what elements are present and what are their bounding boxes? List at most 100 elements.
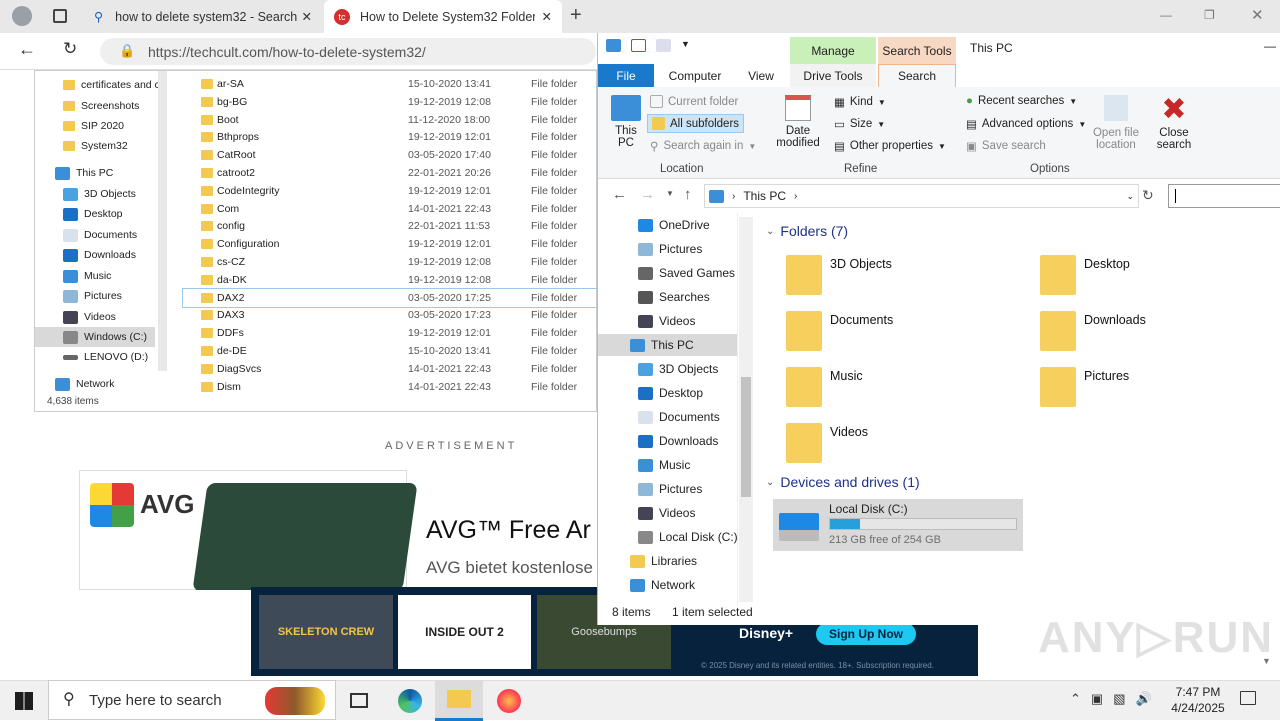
- tab-techcult[interactable]: tc How to Delete System32 Folder in ✕: [324, 0, 562, 33]
- advanced-options-button[interactable]: ▤ Advanced options ▼: [966, 117, 1086, 131]
- file-row[interactable]: DAX2 03-05-2020 17:25 File folder: [182, 287, 597, 308]
- ribbon-tab-computer[interactable]: Computer: [660, 64, 730, 87]
- windows-start-icon[interactable]: [15, 692, 33, 710]
- this-pc-button[interactable]: This PC: [608, 95, 644, 149]
- new-folder-icon[interactable]: [656, 39, 671, 52]
- file-row[interactable]: DAX3 03-05-2020 17:23 File folder: [183, 306, 597, 324]
- file-row[interactable]: CatRoot 03-05-2020 17:40 File folder: [183, 146, 597, 164]
- chevron-down-icon[interactable]: ▼: [666, 189, 674, 198]
- up-arrow-icon[interactable]: ↑: [684, 186, 692, 203]
- file-row[interactable]: Bthprops 19-12-2019 12:01 File folder: [183, 128, 597, 146]
- folder-label[interactable]: 3D Objects: [830, 257, 892, 271]
- new-tab-button[interactable]: +: [570, 4, 582, 27]
- tree-item[interactable]: Videos: [638, 310, 695, 332]
- ad-box[interactable]: AVG: [79, 470, 418, 590]
- file-row[interactable]: de-DE 15-10-2020 13:41 File folder: [183, 342, 597, 360]
- ribbon-tab-search[interactable]: Search: [878, 64, 956, 87]
- folder-label[interactable]: Pictures: [1084, 369, 1129, 383]
- file-row[interactable]: cs-CZ 19-12-2019 12:08 File folder: [183, 253, 597, 271]
- size-button[interactable]: ▭ Size ▼: [834, 117, 885, 131]
- close-window-icon[interactable]: ✕: [1251, 6, 1264, 24]
- ribbon-tab-view[interactable]: View: [738, 64, 784, 87]
- task-view-icon[interactable]: [350, 693, 368, 708]
- volume-icon[interactable]: 🔊: [1136, 691, 1152, 707]
- folder-icon[interactable]: [786, 423, 822, 463]
- chevron-up-icon[interactable]: ⌃: [1070, 691, 1081, 707]
- close-icon[interactable]: ✕: [302, 9, 312, 24]
- other-properties-button[interactable]: ▤ Other properties ▼: [834, 139, 946, 153]
- tab-actions-icon[interactable]: [53, 9, 67, 23]
- profile-avatar[interactable]: [12, 6, 32, 26]
- tree-item[interactable]: Network: [630, 574, 695, 596]
- file-row[interactable]: Com 14-01-2021 22:43 File folder: [183, 200, 597, 218]
- folder-icon[interactable]: [1040, 367, 1076, 407]
- folder-icon[interactable]: [786, 255, 822, 295]
- save-search-button[interactable]: ▣ Save search: [966, 139, 1046, 153]
- tree-item[interactable]: 3D Objects: [638, 358, 718, 380]
- date-modified-button[interactable]: Date modified: [772, 95, 824, 149]
- tab-search[interactable]: ⚲ how to delete system32 - Search ✕: [84, 0, 322, 33]
- clock[interactable]: 7:47 PM 4/24/2025: [1168, 684, 1228, 716]
- computer-icon[interactable]: [606, 39, 621, 52]
- folder-label[interactable]: Documents: [830, 313, 893, 327]
- tree-item[interactable]: Libraries: [630, 550, 697, 572]
- refresh-icon[interactable]: ↻: [1142, 187, 1154, 204]
- tree-item[interactable]: Local Disk (C:): [638, 526, 738, 548]
- page-scroll-down-icon[interactable]: ▼: [1262, 656, 1271, 666]
- file-row[interactable]: da-DK 19-12-2019 12:08 File folder: [183, 271, 597, 289]
- close-icon[interactable]: ✕: [542, 9, 552, 24]
- file-row[interactable]: config 22-01-2021 11:53 File folder: [183, 217, 597, 235]
- folder-icon[interactable]: [1040, 311, 1076, 351]
- context-tab-search-tools[interactable]: Search Tools: [878, 37, 956, 64]
- folder-icon[interactable]: [786, 367, 822, 407]
- chevron-down-icon[interactable]: ⌄: [1126, 191, 1134, 202]
- tree-item[interactable]: Pictures: [638, 478, 702, 500]
- breadcrumb[interactable]: › This PC › ⌄: [704, 184, 1139, 208]
- taskbar-search-input[interactable]: ⚲ Type here to search: [48, 680, 336, 720]
- tree-item[interactable]: Downloads: [638, 430, 718, 452]
- drive-item[interactable]: Local Disk (C:) 213 GB free of 254 GB: [773, 499, 1023, 551]
- tree-item[interactable]: Documents: [638, 406, 720, 428]
- network-status-icon[interactable]: ▣: [1091, 691, 1103, 707]
- open-file-location-button[interactable]: Open file location: [1088, 95, 1144, 151]
- tree-item[interactable]: Searches: [638, 286, 710, 308]
- tree-item[interactable]: Music: [638, 454, 690, 476]
- file-row[interactable]: Boot 11-12-2020 18:00 File folder: [183, 111, 597, 129]
- tree-item[interactable]: Saved Games: [638, 262, 735, 284]
- all-subfolders-button[interactable]: All subfolders: [647, 114, 745, 133]
- ribbon-tab-file[interactable]: File: [598, 64, 654, 87]
- file-row[interactable]: ar-SA 15-10-2020 13:41 File folder: [183, 75, 597, 93]
- url-field[interactable]: 🔒 https://techcult.com/how-to-delete-sys…: [100, 38, 596, 65]
- search-input[interactable]: [1168, 184, 1280, 208]
- folder-label[interactable]: Downloads: [1084, 313, 1146, 327]
- tree-item[interactable]: Desktop: [638, 382, 703, 404]
- search-again-button[interactable]: ⚲ Search again in ▼: [650, 139, 756, 153]
- file-row[interactable]: DDFs 19-12-2019 12:01 File folder: [183, 324, 597, 342]
- scroll-thumb[interactable]: [741, 377, 751, 497]
- tree-item[interactable]: Pictures: [638, 238, 702, 260]
- firefox-icon[interactable]: [497, 689, 521, 713]
- file-row[interactable]: Configuration 19-12-2019 12:01 File folder: [183, 235, 597, 253]
- back-arrow-icon[interactable]: ←: [612, 186, 627, 203]
- file-row[interactable]: CodeIntegrity 19-12-2019 12:01 File folder: [183, 182, 597, 200]
- reload-icon[interactable]: ↻: [63, 39, 77, 59]
- tree-item[interactable]: Videos: [638, 502, 695, 524]
- tree-item[interactable]: This PC: [598, 334, 737, 356]
- folder-icon[interactable]: [786, 311, 822, 351]
- minimize-icon[interactable]: —: [1264, 39, 1276, 53]
- tree-item[interactable]: OneDrive: [638, 214, 710, 236]
- ethernet-icon[interactable]: ▧: [1113, 691, 1125, 707]
- restore-icon[interactable]: ❐: [1204, 8, 1215, 22]
- file-row[interactable]: bg-BG 19-12-2019 12:08 File folder: [183, 93, 597, 111]
- kind-button[interactable]: ▦ Kind ▼: [834, 95, 886, 109]
- current-folder-button[interactable]: Current folder: [650, 95, 738, 108]
- file-row[interactable]: Dism 14-01-2021 22:43 File folder: [183, 378, 597, 396]
- sign-up-button[interactable]: Sign Up Now: [816, 623, 916, 645]
- edge-icon[interactable]: [398, 689, 422, 713]
- file-explorer-taskbar-icon[interactable]: [435, 681, 483, 721]
- forward-arrow-icon[interactable]: →: [640, 186, 655, 203]
- folder-label[interactable]: Music: [830, 369, 863, 383]
- folder-label[interactable]: Desktop: [1084, 257, 1130, 271]
- devices-header[interactable]: ⌄ Devices and drives (1): [766, 474, 920, 490]
- recent-searches-button[interactable]: ● Recent searches ▼: [966, 95, 1077, 107]
